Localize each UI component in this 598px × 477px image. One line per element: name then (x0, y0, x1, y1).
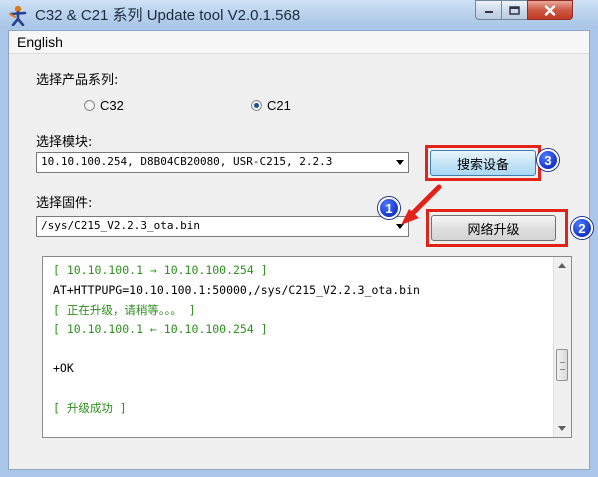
window-title: C32 & C21 系列 Update tool V2.0.1.568 (35, 7, 301, 24)
log-line: +OK (53, 360, 74, 375)
scroll-up-icon[interactable] (558, 263, 566, 268)
scroll-thumb[interactable] (556, 349, 568, 381)
log-line: AT+HTTPUPG=10.10.100.1:50000,/sys/C215_V… (53, 282, 420, 297)
step-badge-3: 3 (537, 149, 559, 171)
log-line: [ 升级成功 ] (53, 400, 127, 415)
log-scrollbar[interactable] (553, 257, 571, 437)
module-selected-value: 10.10.100.254, D8B04CB20080, USR-C215, 2… (41, 155, 333, 168)
menu-english[interactable]: English (17, 34, 63, 50)
radio-c32[interactable]: C32 (84, 98, 124, 113)
menu-bar: English (9, 31, 589, 54)
module-label: 选择模块: (36, 135, 93, 150)
title-bar[interactable]: C32 & C21 系列 Update tool V2.0.1.568 (0, 0, 598, 28)
log-output[interactable]: [ 10.10.100.1 → 10.10.100.254 ] AT+HTTPUP… (42, 256, 572, 438)
firmware-selected-value: /sys/C215_V2.2.3_ota.bin (41, 219, 200, 232)
radio-c21[interactable]: C21 (251, 98, 291, 113)
firmware-dropdown[interactable]: /sys/C215_V2.2.3_ota.bin (36, 216, 409, 237)
update-tool-window: C32 & C21 系列 Update tool V2.0.1.568 Engl… (0, 0, 598, 477)
maximize-icon (509, 5, 520, 15)
log-line: [ 10.10.100.1 ← 10.10.100.254 ] (53, 321, 268, 336)
red-arrow-annotation (401, 184, 442, 225)
radio-c21-dot[interactable] (251, 100, 262, 111)
main-panel: English 选择产品系列: C32 C21 选择模块: 10.10.100.… (8, 30, 593, 470)
step-badge-1: 1 (378, 197, 400, 219)
minimize-button[interactable] (475, 0, 502, 20)
radio-c32-dot[interactable] (84, 100, 95, 111)
close-icon (544, 4, 556, 16)
close-button[interactable] (527, 0, 573, 20)
product-series-label: 选择产品系列: (36, 73, 119, 88)
log-line: [ 正在升级，请稍等。。。 ] (53, 303, 196, 317)
module-dropdown[interactable]: 10.10.100.254, D8B04CB20080, USR-C215, 2… (36, 152, 409, 173)
chevron-down-icon[interactable] (396, 160, 404, 165)
firmware-label: 选择固件: (36, 196, 93, 211)
radio-c32-label: C32 (100, 98, 124, 113)
minimize-icon (484, 11, 493, 13)
network-upgrade-button[interactable]: 网络升级 (431, 215, 556, 241)
app-person-icon (9, 5, 27, 26)
scroll-down-icon[interactable] (558, 426, 566, 431)
search-device-button[interactable]: 搜索设备 (430, 150, 536, 176)
maximize-button[interactable] (501, 0, 528, 20)
radio-c21-label: C21 (267, 98, 291, 113)
step-badge-2: 2 (571, 217, 593, 239)
log-line: [ 10.10.100.1 → 10.10.100.254 ] (53, 263, 268, 277)
